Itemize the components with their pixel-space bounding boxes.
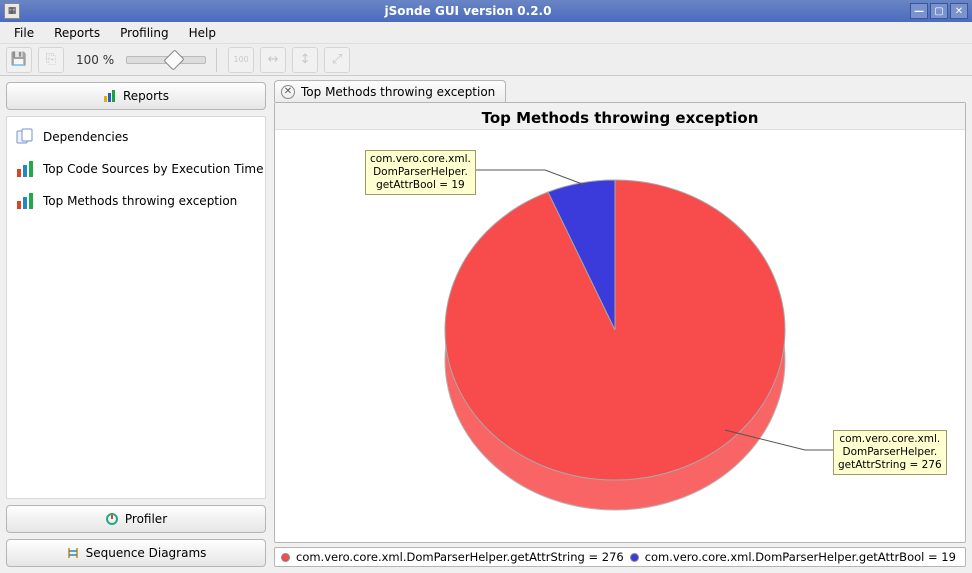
- window-title: jSonde GUI version 0.2.0: [26, 4, 910, 18]
- reports-list: Dependencies Top Code Sources by Executi…: [6, 116, 266, 499]
- reports-icon: [103, 89, 117, 103]
- zoom-slider[interactable]: [126, 56, 206, 64]
- save-icon[interactable]: 💾: [6, 47, 32, 73]
- callout-blue-slice: com.vero.core.xml. DomParserHelper. getA…: [365, 150, 476, 195]
- sequence-icon: [66, 546, 80, 560]
- tab-close-icon[interactable]: ✕: [281, 85, 295, 99]
- chart-frame: Top Methods throwing exception: [274, 102, 966, 543]
- fit-width-icon[interactable]: ↔: [260, 47, 286, 73]
- menubar: File Reports Profiling Help: [0, 22, 972, 44]
- sidebar-item-label: Top Methods throwing exception: [43, 194, 237, 208]
- sequence-panel-label: Sequence Diagrams: [86, 546, 207, 560]
- chart-area: com.vero.core.xml. DomParserHelper. getA…: [275, 130, 965, 542]
- menu-profiling[interactable]: Profiling: [112, 24, 177, 42]
- profiler-panel-label: Profiler: [125, 512, 167, 526]
- zoom-slider-thumb[interactable]: [164, 49, 185, 70]
- profiler-panel-button[interactable]: Profiler: [6, 505, 266, 533]
- sequence-panel-button[interactable]: Sequence Diagrams: [6, 539, 266, 567]
- window-titlebar: ▦ jSonde GUI version 0.2.0 — ▢ ✕: [0, 0, 972, 22]
- zoom-100-icon[interactable]: 100: [228, 47, 254, 73]
- export-icon[interactable]: ⎘: [38, 47, 64, 73]
- chart-title: Top Methods throwing exception: [275, 103, 965, 130]
- sidebar-item-label: Top Code Sources by Execution Time: [43, 162, 263, 176]
- legend-item-2: com.vero.core.xml.DomParserHelper.getAtt…: [645, 550, 956, 564]
- bar-chart-icon: [15, 159, 35, 179]
- callout-red-slice: com.vero.core.xml. DomParserHelper. getA…: [833, 430, 947, 475]
- menu-reports[interactable]: Reports: [46, 24, 108, 42]
- toolbar: 💾 ⎘ 100 % 100 ↔ ↕ ⤢: [0, 44, 972, 76]
- bar-chart-icon: [15, 191, 35, 211]
- reports-panel-label: Reports: [123, 89, 169, 103]
- reports-panel-button[interactable]: Reports: [6, 82, 266, 110]
- menu-file[interactable]: File: [6, 24, 42, 42]
- zoom-label: 100 %: [70, 53, 120, 67]
- tab-strip: ✕ Top Methods throwing exception: [274, 80, 966, 102]
- tab-top-methods-exception[interactable]: ✕ Top Methods throwing exception: [274, 80, 506, 102]
- sidebar: Reports Dependencies Top Code Sources by…: [0, 76, 272, 573]
- toolbar-separator: [216, 48, 218, 72]
- chart-legend: com.vero.core.xml.DomParserHelper.getAtt…: [274, 547, 966, 567]
- menu-help[interactable]: Help: [181, 24, 224, 42]
- window-buttons: — ▢ ✕: [910, 3, 968, 19]
- sidebar-item-top-code-sources[interactable]: Top Code Sources by Execution Time: [7, 153, 265, 185]
- dependencies-icon: [15, 127, 35, 147]
- content-pane: ✕ Top Methods throwing exception Top Met…: [272, 76, 972, 573]
- profiler-icon: [105, 512, 119, 526]
- legend-item-1: com.vero.core.xml.DomParserHelper.getAtt…: [296, 550, 624, 564]
- maximize-button[interactable]: ▢: [930, 3, 948, 19]
- legend-dot-blue: [630, 553, 639, 562]
- fit-page-icon[interactable]: ⤢: [324, 47, 350, 73]
- main-split: Reports Dependencies Top Code Sources by…: [0, 76, 972, 573]
- minimize-button[interactable]: —: [910, 3, 928, 19]
- sidebar-item-dependencies[interactable]: Dependencies: [7, 121, 265, 153]
- legend-dot-red: [281, 553, 290, 562]
- sidebar-item-label: Dependencies: [43, 130, 128, 144]
- close-button[interactable]: ✕: [950, 3, 968, 19]
- fit-height-icon[interactable]: ↕: [292, 47, 318, 73]
- sidebar-item-top-methods-exception[interactable]: Top Methods throwing exception: [7, 185, 265, 217]
- tab-label: Top Methods throwing exception: [301, 85, 495, 99]
- app-icon: ▦: [4, 3, 20, 19]
